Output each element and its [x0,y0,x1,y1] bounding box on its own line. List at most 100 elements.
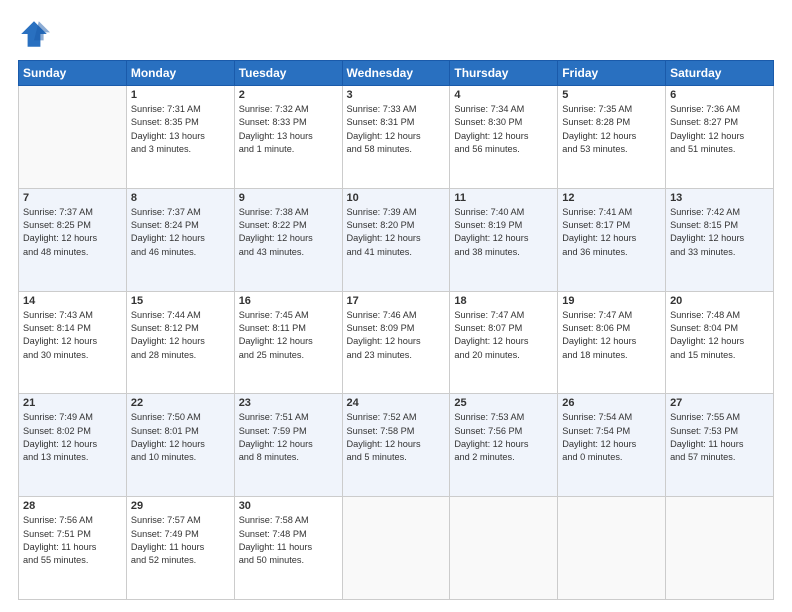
day-info: Sunrise: 7:58 AM Sunset: 7:48 PM Dayligh… [239,514,338,567]
calendar-cell [342,497,450,600]
day-number: 1 [131,89,230,101]
weekday-header-row: SundayMondayTuesdayWednesdayThursdayFrid… [19,61,774,86]
day-info: Sunrise: 7:47 AM Sunset: 8:07 PM Dayligh… [454,309,553,362]
day-number: 25 [454,397,553,409]
day-number: 13 [670,192,769,204]
calendar-cell: 4 Sunrise: 7:34 AM Sunset: 8:30 PM Daylig… [450,86,558,189]
day-number: 14 [23,295,122,307]
day-number: 20 [670,295,769,307]
weekday-header-thursday: Thursday [450,61,558,86]
day-number: 16 [239,295,338,307]
calendar-cell: 14 Sunrise: 7:43 AM Sunset: 8:14 PM Dayli… [19,291,127,394]
weekday-header-tuesday: Tuesday [234,61,342,86]
day-info: Sunrise: 7:38 AM Sunset: 8:22 PM Dayligh… [239,206,338,259]
calendar-cell: 24 Sunrise: 7:52 AM Sunset: 7:58 PM Dayli… [342,394,450,497]
day-info: Sunrise: 7:46 AM Sunset: 8:09 PM Dayligh… [347,309,446,362]
day-info: Sunrise: 7:44 AM Sunset: 8:12 PM Dayligh… [131,309,230,362]
day-info: Sunrise: 7:56 AM Sunset: 7:51 PM Dayligh… [23,514,122,567]
week-row-4: 21 Sunrise: 7:49 AM Sunset: 8:02 PM Dayli… [19,394,774,497]
logo [18,18,56,50]
day-number: 10 [347,192,446,204]
calendar-cell: 13 Sunrise: 7:42 AM Sunset: 8:15 PM Dayli… [666,188,774,291]
calendar-table: SundayMondayTuesdayWednesdayThursdayFrid… [18,60,774,600]
calendar-cell: 8 Sunrise: 7:37 AM Sunset: 8:24 PM Daylig… [126,188,234,291]
calendar-cell: 2Sunrise: 7:32 AM Sunset: 8:33 PM Daylig… [234,86,342,189]
day-number: 18 [454,295,553,307]
day-info: Sunrise: 7:53 AM Sunset: 7:56 PM Dayligh… [454,411,553,464]
day-number: 9 [239,192,338,204]
day-info: Sunrise: 7:39 AM Sunset: 8:20 PM Dayligh… [347,206,446,259]
day-info: Sunrise: 7:32 AM Sunset: 8:33 PM Dayligh… [239,103,338,156]
day-info: Sunrise: 7:42 AM Sunset: 8:15 PM Dayligh… [670,206,769,259]
calendar-cell: 11 Sunrise: 7:40 AM Sunset: 8:19 PM Dayli… [450,188,558,291]
calendar-cell: 7 Sunrise: 7:37 AM Sunset: 8:25 PM Daylig… [19,188,127,291]
day-number: 29 [131,500,230,512]
day-number: 7 [23,192,122,204]
week-row-5: 28 Sunrise: 7:56 AM Sunset: 7:51 PM Dayli… [19,497,774,600]
calendar-cell: 12 Sunrise: 7:41 AM Sunset: 8:17 PM Dayli… [558,188,666,291]
day-number: 23 [239,397,338,409]
day-info: Sunrise: 7:50 AM Sunset: 8:01 PM Dayligh… [131,411,230,464]
weekday-header-friday: Friday [558,61,666,86]
calendar-cell: 17 Sunrise: 7:46 AM Sunset: 8:09 PM Dayli… [342,291,450,394]
day-number: 11 [454,192,553,204]
page: SundayMondayTuesdayWednesdayThursdayFrid… [0,0,792,612]
day-number: 19 [562,295,661,307]
calendar-cell: 1 Sunrise: 7:31 AM Sunset: 8:35 PM Daylig… [126,86,234,189]
calendar-cell: 23 Sunrise: 7:51 AM Sunset: 7:59 PM Dayli… [234,394,342,497]
day-number: 3 [347,89,446,101]
weekday-header-monday: Monday [126,61,234,86]
weekday-header-wednesday: Wednesday [342,61,450,86]
day-number: 17 [347,295,446,307]
week-row-2: 7 Sunrise: 7:37 AM Sunset: 8:25 PM Daylig… [19,188,774,291]
day-info: Sunrise: 7:37 AM Sunset: 8:25 PM Dayligh… [23,206,122,259]
calendar-cell: 6Sunrise: 7:36 AM Sunset: 8:27 PM Daylig… [666,86,774,189]
day-info: Sunrise: 7:43 AM Sunset: 8:14 PM Dayligh… [23,309,122,362]
header [18,18,774,50]
calendar-cell: 25 Sunrise: 7:53 AM Sunset: 7:56 PM Dayli… [450,394,558,497]
logo-icon [18,18,50,50]
day-number: 12 [562,192,661,204]
day-info: Sunrise: 7:57 AM Sunset: 7:49 PM Dayligh… [131,514,230,567]
day-info: Sunrise: 7:41 AM Sunset: 8:17 PM Dayligh… [562,206,661,259]
day-number: 4 [454,89,553,101]
calendar-cell [666,497,774,600]
day-info: Sunrise: 7:48 AM Sunset: 8:04 PM Dayligh… [670,309,769,362]
calendar-cell [19,86,127,189]
day-number: 8 [131,192,230,204]
calendar-cell: 3Sunrise: 7:33 AM Sunset: 8:31 PM Daylig… [342,86,450,189]
calendar-cell: 21 Sunrise: 7:49 AM Sunset: 8:02 PM Dayli… [19,394,127,497]
calendar-cell: 5Sunrise: 7:35 AM Sunset: 8:28 PM Daylig… [558,86,666,189]
day-info: Sunrise: 7:47 AM Sunset: 8:06 PM Dayligh… [562,309,661,362]
day-number: 22 [131,397,230,409]
day-number: 21 [23,397,122,409]
day-info: Sunrise: 7:31 AM Sunset: 8:35 PM Dayligh… [131,103,230,156]
day-number: 15 [131,295,230,307]
day-info: Sunrise: 7:36 AM Sunset: 8:27 PM Dayligh… [670,103,769,156]
day-number: 28 [23,500,122,512]
day-info: Sunrise: 7:37 AM Sunset: 8:24 PM Dayligh… [131,206,230,259]
calendar-cell: 28 Sunrise: 7:56 AM Sunset: 7:51 PM Dayli… [19,497,127,600]
calendar-cell: 18 Sunrise: 7:47 AM Sunset: 8:07 PM Dayli… [450,291,558,394]
day-info: Sunrise: 7:40 AM Sunset: 8:19 PM Dayligh… [454,206,553,259]
day-number: 24 [347,397,446,409]
day-info: Sunrise: 7:52 AM Sunset: 7:58 PM Dayligh… [347,411,446,464]
calendar-cell: 15 Sunrise: 7:44 AM Sunset: 8:12 PM Dayli… [126,291,234,394]
day-info: Sunrise: 7:54 AM Sunset: 7:54 PM Dayligh… [562,411,661,464]
day-info: Sunrise: 7:51 AM Sunset: 7:59 PM Dayligh… [239,411,338,464]
calendar-cell: 26 Sunrise: 7:54 AM Sunset: 7:54 PM Dayli… [558,394,666,497]
day-info: Sunrise: 7:45 AM Sunset: 8:11 PM Dayligh… [239,309,338,362]
week-row-1: 1 Sunrise: 7:31 AM Sunset: 8:35 PM Daylig… [19,86,774,189]
day-info: Sunrise: 7:55 AM Sunset: 7:53 PM Dayligh… [670,411,769,464]
calendar-cell: 30 Sunrise: 7:58 AM Sunset: 7:48 PM Dayli… [234,497,342,600]
day-info: Sunrise: 7:35 AM Sunset: 8:28 PM Dayligh… [562,103,661,156]
day-number: 27 [670,397,769,409]
day-number: 26 [562,397,661,409]
day-info: Sunrise: 7:49 AM Sunset: 8:02 PM Dayligh… [23,411,122,464]
weekday-header-saturday: Saturday [666,61,774,86]
calendar-cell: 19 Sunrise: 7:47 AM Sunset: 8:06 PM Dayli… [558,291,666,394]
calendar-cell [558,497,666,600]
day-number: 30 [239,500,338,512]
calendar-cell: 29 Sunrise: 7:57 AM Sunset: 7:49 PM Dayli… [126,497,234,600]
day-info: Sunrise: 7:34 AM Sunset: 8:30 PM Dayligh… [454,103,553,156]
